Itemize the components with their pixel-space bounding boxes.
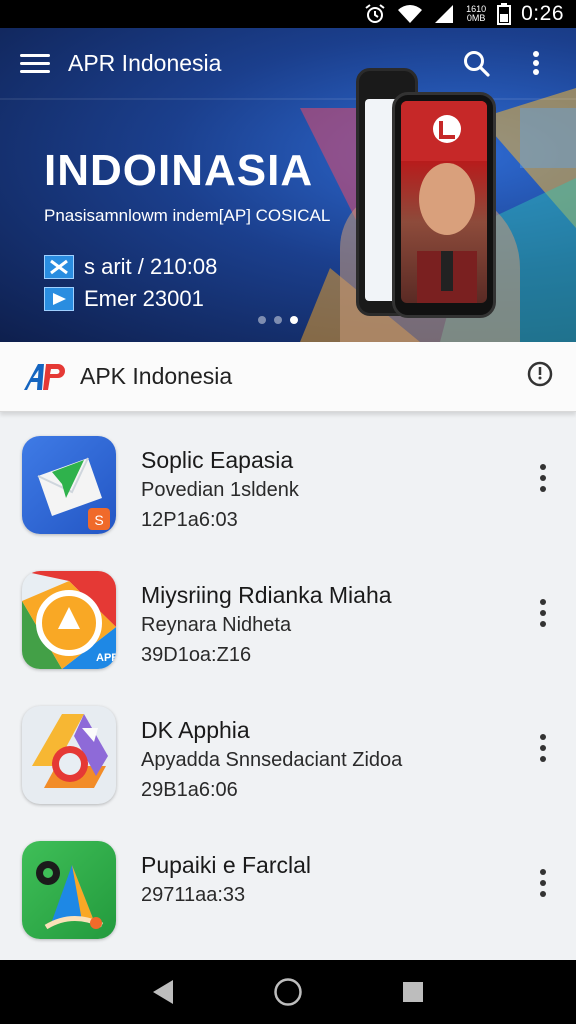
play-box-icon [44,287,74,311]
clock-icon[interactable] [526,360,554,393]
signal-icon [433,4,455,24]
app-title: APR Indonesia [68,49,222,76]
app-list: S Soplic Eapasia Povedian 1sldenk 12P1a6… [0,412,576,960]
chrome-app-icon[interactable] [22,706,116,804]
list-item[interactable]: DK Apphia Apyadda Snnsedaciant Zidoa 29B… [0,682,576,816]
data-speed-text: 1610 0MB [466,4,487,23]
app-title: Pupaiki e Farclal [141,852,312,878]
app-meta: 29B1a6:06 [141,779,238,801]
banner-line-1: s arit / 210:08 [44,254,217,280]
battery-icon [497,3,512,25]
more-vert-icon[interactable] [530,593,556,633]
section-header: APK Indonesia [0,342,576,412]
app-title: DK Apphia [141,717,250,743]
more-vert-icon[interactable] [516,43,556,83]
ap-logo-icon [22,362,66,392]
pager-dot-active[interactable] [290,316,298,324]
back-icon[interactable] [143,972,183,1012]
app-bar: APR Indonesia [0,28,576,98]
app-subtitle: Apyadda Snnsedaciant Zidoa [141,749,403,771]
banner-pager[interactable] [258,316,298,324]
banner-line-1-text: s arit / 210:08 [84,254,218,279]
list-item[interactable]: Pupaiki e Farclal 29711aa:33 [0,817,576,951]
app-title: Soplic Eapasia [141,447,294,473]
more-vert-icon[interactable] [530,728,556,768]
home-icon[interactable] [268,972,308,1012]
pager-dot[interactable] [274,316,282,324]
app-meta: 12P1a6:03 [141,509,238,531]
drive-app-icon[interactable]: APB [22,571,116,669]
portrait-image [401,101,487,303]
more-vert-icon[interactable] [530,863,556,903]
phone-image-front [392,92,496,318]
hero-banner[interactable]: APR Indonesia INDOINASIA Pnasisamnlowm i… [0,28,576,342]
app-title: Miysriing Rdianka Miaha [141,582,392,608]
banner-headline: INDOINASIA [44,146,314,195]
app-subtitle: Povedian 1sldenk [141,479,299,501]
status-bar: 1610 0MB 0:26 [0,0,576,28]
recents-icon[interactable] [393,972,433,1012]
svg-text:APB: APB [96,652,116,664]
banner-subtitle: Pnasisamnlowm indem[AP] COSICAL [44,206,331,225]
list-item[interactable]: S Soplic Eapasia Povedian 1sldenk 12P1a6… [0,412,576,546]
banner-line-2-text: Emer 23001 [84,286,204,311]
menu-icon[interactable] [20,45,56,81]
app-subtitle: Reynara Nidheta [141,614,292,636]
alarm-icon [363,3,387,25]
section-title: APK Indonesia [80,363,233,389]
wifi-icon [397,4,423,24]
app-meta: 29711aa:33 [141,884,246,906]
banner-line-2: Emer 23001 [44,286,204,312]
status-time: 0:26 [521,2,564,25]
more-vert-icon[interactable] [530,458,556,498]
system-nav-bar [0,960,576,1024]
svg-text:S: S [94,512,103,528]
app-meta: 39D1oa:Z16 [141,644,252,666]
search-icon[interactable] [456,43,496,83]
pager-dot[interactable] [258,316,266,324]
list-item[interactable]: APB Miysriing Rdianka Miaha Reynara Nidh… [0,547,576,681]
maps-app-icon[interactable] [22,841,116,939]
close-box-icon [44,255,74,279]
envelope-app-icon[interactable]: S [22,436,116,534]
